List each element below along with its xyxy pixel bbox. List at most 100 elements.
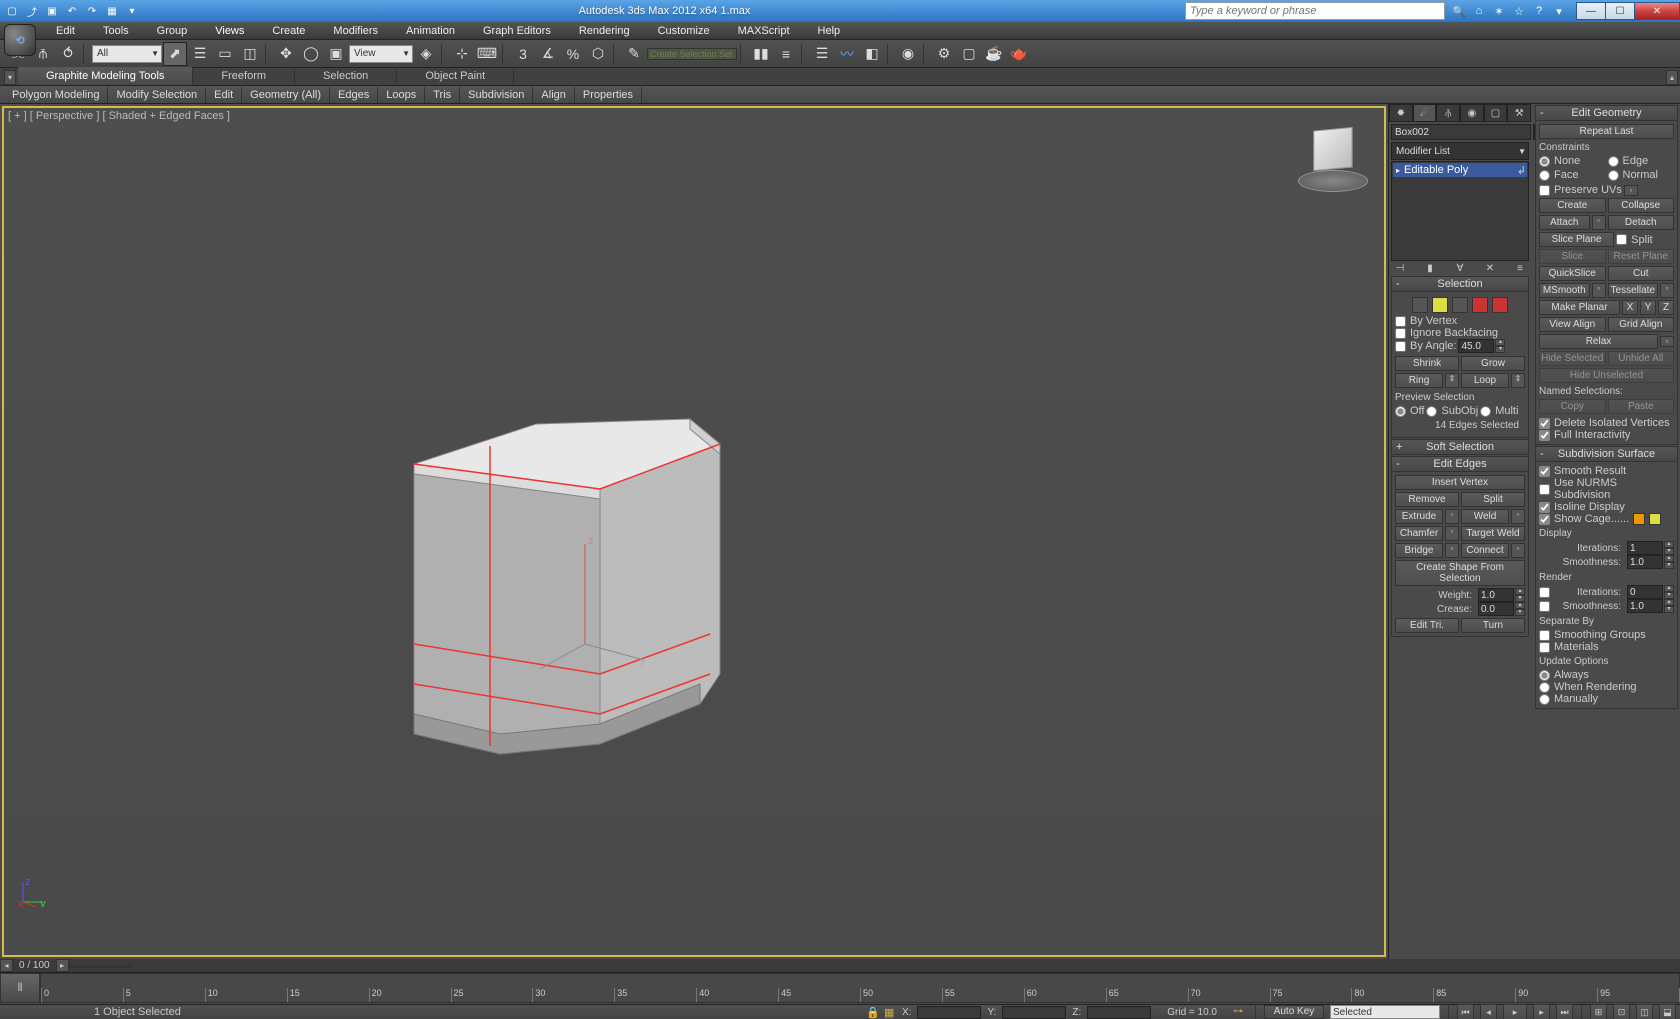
weld-settings-icon[interactable]: ▫ xyxy=(1511,509,1525,524)
crease-spinner[interactable]: ▴▾ xyxy=(1478,602,1525,616)
show-cage-checkbox[interactable]: Show Cage...... xyxy=(1539,513,1629,525)
edit-tri-button[interactable]: Edit Tri. xyxy=(1395,618,1459,633)
menu-item-group[interactable]: Group xyxy=(143,23,202,39)
viewport-scrollbar-h[interactable]: ◂ 0 / 100 ▸ xyxy=(0,959,1680,972)
constraint-edge-radio[interactable]: Edge xyxy=(1608,155,1675,167)
subtab-polymodel[interactable]: Polygon Modeling xyxy=(4,87,108,103)
menu-item-tools[interactable]: Tools xyxy=(89,23,143,39)
render-smoothness-checkbox[interactable] xyxy=(1539,601,1550,612)
rotate-icon[interactable]: ◯ xyxy=(299,42,323,66)
viewport-nav-4-icon[interactable]: ⬓ xyxy=(1659,1004,1676,1019)
polygon-mode-icon[interactable] xyxy=(1472,297,1488,313)
auto-key-button[interactable]: Auto Key xyxy=(1264,1005,1324,1019)
subscription-icon[interactable]: ⌂ xyxy=(1471,3,1487,19)
project-icon[interactable]: ▦ xyxy=(104,3,120,19)
border-mode-icon[interactable] xyxy=(1452,297,1468,313)
modifier-stack[interactable]: ↲ ▸ Editable Poly xyxy=(1391,161,1529,261)
hide-unselected-button[interactable]: Hide Unselected xyxy=(1539,368,1674,383)
planar-x-button[interactable]: X xyxy=(1622,300,1638,315)
cage-color1-swatch[interactable] xyxy=(1633,513,1645,525)
attach-button[interactable]: Attach xyxy=(1539,215,1590,230)
menu-item-views[interactable]: Views xyxy=(201,23,258,39)
by-angle-spinner[interactable]: ▴▾ xyxy=(1458,339,1505,353)
unique-icon[interactable]: ∀ xyxy=(1453,263,1467,274)
preserve-uvs-checkbox[interactable]: Preserve UVs xyxy=(1539,184,1622,196)
subtab-edges[interactable]: Edges xyxy=(330,87,378,103)
connect-settings-icon[interactable]: ▫ xyxy=(1511,543,1525,558)
menu-item-help[interactable]: Help xyxy=(804,23,855,39)
render-setup-icon[interactable]: ⚙ xyxy=(932,42,956,66)
repeat-last-button[interactable]: Repeat Last xyxy=(1539,124,1674,139)
subtab-loops[interactable]: Loops xyxy=(378,87,425,103)
render-production-icon[interactable]: ☕ xyxy=(982,42,1006,66)
rollout-header-selection[interactable]: -Selection xyxy=(1391,276,1529,292)
show-end-icon[interactable]: ▮ xyxy=(1423,263,1437,274)
scroll-left-icon[interactable]: ◂ xyxy=(0,959,13,972)
favorites-icon[interactable]: ☆ xyxy=(1511,3,1527,19)
display-iterations-spinner[interactable]: ▴▾ xyxy=(1627,541,1674,555)
help-icon[interactable]: ? xyxy=(1531,3,1547,19)
ring-spinner[interactable]: ⇕ xyxy=(1445,373,1459,388)
selection-filter-dropdown[interactable]: All xyxy=(92,45,162,63)
delete-iso-checkbox[interactable]: Delete Isolated Vertices xyxy=(1539,417,1674,429)
create-button[interactable]: Create xyxy=(1539,198,1606,213)
tessellate-settings-icon[interactable]: ▫ xyxy=(1660,283,1674,298)
menu-item-create[interactable]: Create xyxy=(258,23,319,39)
make-planar-button[interactable]: Make Planar xyxy=(1539,300,1620,315)
ring-button[interactable]: Ring xyxy=(1395,373,1443,388)
maximize-button[interactable]: ☐ xyxy=(1605,2,1635,20)
bind-spacewarp-icon[interactable]: ⥀ xyxy=(56,42,80,66)
connect-button[interactable]: Connect xyxy=(1461,543,1509,558)
display-smoothness-spinner[interactable]: ▴▾ xyxy=(1627,555,1674,569)
select-icon[interactable]: ⬈ xyxy=(163,42,187,66)
subtab-tris[interactable]: Tris xyxy=(425,87,460,103)
shrink-button[interactable]: Shrink xyxy=(1395,356,1459,371)
spinner-snap-icon[interactable]: ⬡ xyxy=(586,42,610,66)
schematic-view-icon[interactable]: ◧ xyxy=(860,42,884,66)
time-slider-handle[interactable]: ⫴ xyxy=(0,973,40,1003)
planar-z-button[interactable]: Z xyxy=(1658,300,1674,315)
redo-icon[interactable]: ↷ xyxy=(84,3,100,19)
viewport-nav-3-icon[interactable]: ◫ xyxy=(1636,1004,1653,1019)
modify-tab-icon[interactable]: ☄ xyxy=(1413,104,1437,122)
subtab-geometry[interactable]: Geometry (All) xyxy=(242,87,330,103)
render-iterations-spinner[interactable]: ▴▾ xyxy=(1627,585,1674,599)
turn-button[interactable]: Turn xyxy=(1461,618,1525,633)
manipulate-icon[interactable]: ⊹ xyxy=(450,42,474,66)
ribbon-toggle-icon[interactable]: ▾ xyxy=(4,70,16,85)
ribbon-tab-objectpaint[interactable]: Object Paint xyxy=(397,67,514,85)
preview-off-radio[interactable]: Off xyxy=(1395,405,1424,417)
menu-item-edit[interactable]: Edit xyxy=(42,23,89,39)
key-filter-dropdown[interactable] xyxy=(1330,1005,1440,1019)
grid-align-button[interactable]: Grid Align xyxy=(1608,317,1675,332)
cut-button[interactable]: Cut xyxy=(1608,266,1675,281)
relax-button[interactable]: Relax xyxy=(1539,334,1658,349)
update-always-radio[interactable]: Always xyxy=(1539,669,1674,681)
angle-snap-icon[interactable]: ∡ xyxy=(536,42,560,66)
split-checkbox[interactable]: Split xyxy=(1616,232,1674,247)
constraint-normal-radio[interactable]: Normal xyxy=(1608,169,1675,181)
update-manually-radio[interactable]: Manually xyxy=(1539,693,1674,705)
weight-spinner[interactable]: ▴▾ xyxy=(1478,588,1525,602)
view-align-button[interactable]: View Align xyxy=(1539,317,1606,332)
preview-multi-radio[interactable]: Multi xyxy=(1480,405,1518,417)
subtab-edit[interactable]: Edit xyxy=(206,87,242,103)
remove-mod-icon[interactable]: ✕ xyxy=(1483,263,1497,274)
display-tab-icon[interactable]: ▢ xyxy=(1484,104,1508,122)
dropdown-icon[interactable]: ▾ xyxy=(124,3,140,19)
exchange-icon[interactable]: ✶ xyxy=(1491,3,1507,19)
pin-icon[interactable]: ⊣ xyxy=(1393,263,1407,274)
pivot-icon[interactable]: ◈ xyxy=(414,42,438,66)
detach-button[interactable]: Detach xyxy=(1608,215,1675,230)
rollout-header-editedges[interactable]: -Edit Edges xyxy=(1391,456,1529,472)
ribbon-tab-selection[interactable]: Selection xyxy=(295,67,397,85)
viewport-nav-2-icon[interactable]: ⊡ xyxy=(1613,1004,1630,1019)
viewport-nav-1-icon[interactable]: ⊞ xyxy=(1590,1004,1607,1019)
play-icon[interactable]: ▸ xyxy=(1503,1004,1527,1019)
target-weld-button[interactable]: Target Weld xyxy=(1461,526,1525,541)
split-button[interactable]: Split xyxy=(1461,492,1525,507)
scale-icon[interactable]: ▣ xyxy=(324,42,348,66)
preview-subobj-radio[interactable]: SubObj xyxy=(1426,405,1478,417)
update-render-radio[interactable]: When Rendering xyxy=(1539,681,1674,693)
application-menu-icon[interactable]: ⟲ xyxy=(4,24,36,56)
